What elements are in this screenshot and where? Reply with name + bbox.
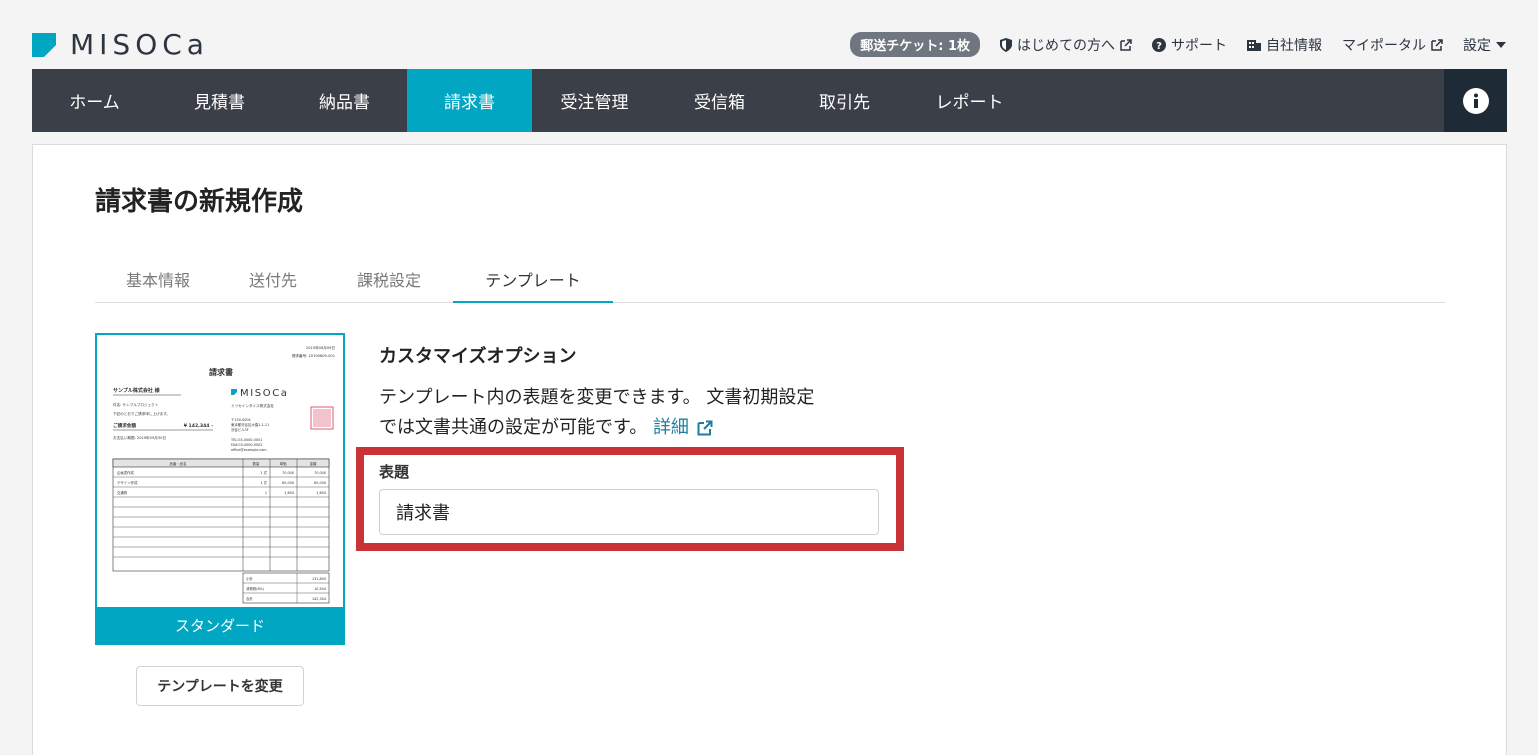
nav-delivery-notes[interactable]: 納品書 xyxy=(282,69,407,132)
ticket-badge[interactable]: 郵送チケット: 1枚 xyxy=(850,32,980,57)
nav-inbox[interactable]: 受信箱 xyxy=(657,69,782,132)
template-name: スタンダード xyxy=(97,607,343,643)
building-icon xyxy=(1247,40,1261,51)
change-template-button[interactable]: テンプレートを変更 xyxy=(136,666,304,706)
external-link-icon xyxy=(697,420,713,436)
preview-tel: TEL:03-0000-0001 xyxy=(230,438,262,442)
nav-clients[interactable]: 取引先 xyxy=(782,69,907,132)
top-links: 郵送チケット: 1枚 はじめての方へ ? サポート 自社情報 マイポータル 設定 xyxy=(850,32,1506,57)
preview-row3-item: 交通費 xyxy=(117,490,128,495)
external-link-icon xyxy=(1120,38,1132,51)
preview-row2-price: 60,000 xyxy=(282,481,294,485)
preview-tax: 10,544 xyxy=(314,587,326,591)
preview-th-item: 品番・品名 xyxy=(170,461,187,466)
main-card: 請求書の新規作成 基本情報 送付先 課税設定 テンプレート 2019年08月09… xyxy=(32,144,1507,755)
preview-row2-item: デザイン作成 xyxy=(117,480,138,485)
shield-icon xyxy=(1000,37,1012,52)
preview-row3-qty: 1 xyxy=(265,491,267,495)
help-icon: ? xyxy=(1152,37,1166,52)
preview-brand: MISOCa xyxy=(240,388,289,399)
preview-address2: 渋谷ビル3F xyxy=(231,427,249,432)
first-time-link[interactable]: はじめての方へ xyxy=(1000,35,1132,55)
preview-row1-qty: 1 式 xyxy=(260,470,267,475)
portal-link[interactable]: マイポータル xyxy=(1342,35,1443,55)
options-desc-line2-row: では文書共通の設定が可能です。 詳細 xyxy=(379,413,899,443)
preview-due: お支払い期限: 2019年09月30日 xyxy=(113,435,166,440)
support-label: サポート xyxy=(1171,37,1227,54)
tab-recipient[interactable]: 送付先 xyxy=(221,263,325,303)
svg-text:?: ? xyxy=(1156,41,1162,52)
preview-tax-label: 消費税(8%) xyxy=(246,586,265,591)
preview-th-price: 単価 xyxy=(280,461,287,466)
preview-client: サンプル株式会社 様 xyxy=(113,387,161,394)
preview-row2-qty: 1 式 xyxy=(260,480,267,485)
preview-zip: 〒150-0004 xyxy=(231,418,251,422)
title-field-label: 表題 xyxy=(379,463,410,481)
portal-label: マイポータル xyxy=(1342,37,1426,54)
template-preview[interactable]: 2019年08月09日 請求番号: 20190809-001 請求書 サンプル株… xyxy=(95,333,345,645)
options-title: カスタマイズオプション xyxy=(379,346,577,367)
preview-total: 142,344 xyxy=(312,597,326,601)
tab-basic-info[interactable]: 基本情報 xyxy=(95,263,221,303)
preview-th-qty: 数量 xyxy=(253,461,260,466)
preview-invoice-no: 請求番号: 20190809-001 xyxy=(292,353,335,358)
invoice-thumbnail: 2019年08月09日 請求番号: 20190809-001 請求書 サンプル株… xyxy=(112,345,335,604)
preview-amount: ¥ 142,344 - xyxy=(184,423,213,429)
detail-link[interactable]: 詳細 xyxy=(653,413,713,443)
nav-reports[interactable]: レポート xyxy=(907,69,1032,132)
preview-row1-item: 企画書作成 xyxy=(117,470,135,475)
preview-email: office@example.com xyxy=(231,448,267,452)
preview-row3-amount: 1,600 xyxy=(316,491,326,495)
company-label: 自社情報 xyxy=(1266,37,1322,54)
preview-row3-price: 1,600 xyxy=(284,491,294,495)
main-nav: ホーム 見積書 納品書 請求書 受注管理 受信箱 取引先 レポート xyxy=(32,69,1507,132)
preview-th-amount: 金額 xyxy=(310,461,317,466)
settings-dropdown[interactable]: 設定 xyxy=(1463,35,1506,55)
preview-subject: 件名: サンプルプロジェクト xyxy=(113,402,159,407)
caret-down-icon xyxy=(1496,41,1506,48)
tab-template[interactable]: テンプレート xyxy=(453,263,613,303)
nav-invoices[interactable]: 請求書 xyxy=(407,69,532,132)
logo-mark-icon xyxy=(32,32,56,57)
preview-fax: FAX:03-0000-0002 xyxy=(231,443,262,447)
preview-total-label: 合計 xyxy=(246,596,253,601)
support-link[interactable]: ? サポート xyxy=(1152,35,1227,55)
preview-date: 2019年08月09日 xyxy=(306,345,335,350)
first-time-label: はじめての方へ xyxy=(1017,37,1115,54)
tab-tax-settings[interactable]: 課税設定 xyxy=(325,263,453,303)
preview-subtotal-label: 小計 xyxy=(246,576,253,581)
external-link-icon xyxy=(1431,38,1443,51)
detail-link-label: 詳細 xyxy=(652,417,689,438)
preview-amount-label: ご請求金額 xyxy=(113,422,136,429)
preview-address1: 東京都渋谷区大橋1-1-11 xyxy=(231,422,269,427)
options-desc-line2: では文書共通の設定が可能です。 xyxy=(379,417,648,438)
title-input[interactable] xyxy=(379,489,879,535)
options-description: テンプレート内の表題を変更できます。 文書初期設定 では文書共通の設定が可能です… xyxy=(379,383,899,443)
preview-greeting: 下記のとおりご請求申し上げます。 xyxy=(113,411,170,416)
nav-home[interactable]: ホーム xyxy=(32,69,157,132)
preview-subtotal: 131,800 xyxy=(312,577,326,581)
nav-estimates[interactable]: 見積書 xyxy=(157,69,282,132)
form-tabs: 基本情報 送付先 課税設定 テンプレート xyxy=(95,263,1445,303)
info-icon xyxy=(1462,87,1489,114)
preview-doc-title: 請求書 xyxy=(209,367,233,377)
company-link[interactable]: 自社情報 xyxy=(1247,35,1322,55)
nav-orders[interactable]: 受注管理 xyxy=(532,69,657,132)
page-title: 請求書の新規作成 xyxy=(95,187,304,217)
info-button[interactable] xyxy=(1444,69,1507,132)
preview-row1-amount: 70,000 xyxy=(314,471,326,475)
misoca-logo[interactable]: MISOCa xyxy=(32,28,209,61)
options-desc-line1: テンプレート内の表題を変更できます。 文書初期設定 xyxy=(379,387,815,408)
preview-row1-price: 70,000 xyxy=(282,471,294,475)
preview-sender: ミツカインタイス株式会社 xyxy=(231,403,274,408)
settings-label: 設定 xyxy=(1463,37,1491,54)
preview-row2-amount: 60,000 xyxy=(314,481,326,485)
logo-text: MISOCa xyxy=(70,28,209,61)
preview-logo-icon xyxy=(231,389,237,395)
